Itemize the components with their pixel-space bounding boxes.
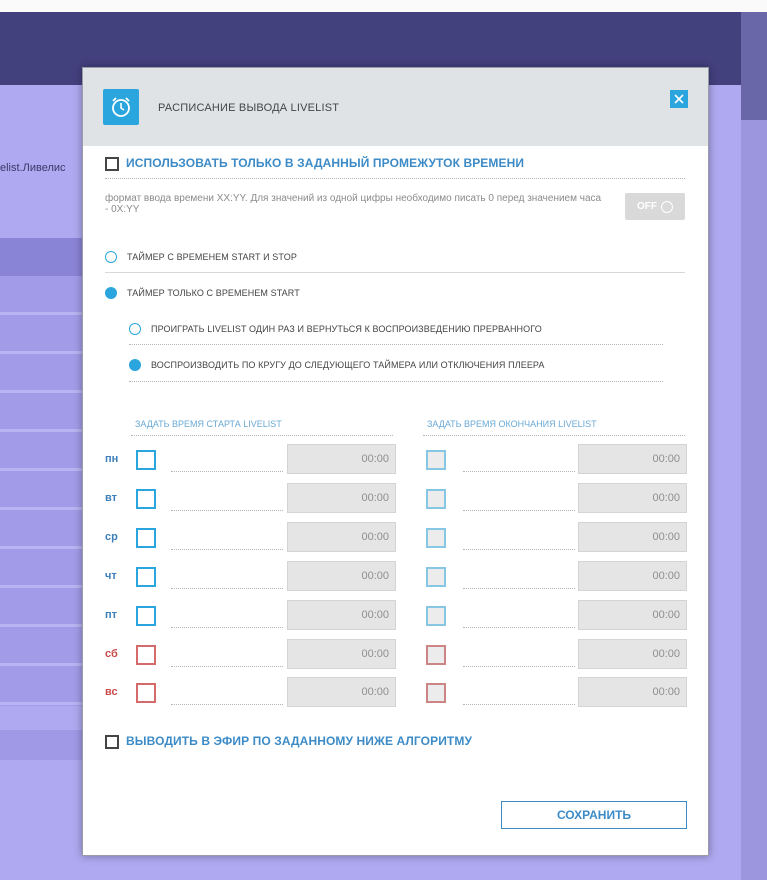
radio-play-once[interactable] [129, 323, 141, 335]
radio-loop[interactable] [129, 359, 141, 371]
end-day-checkbox[interactable] [426, 528, 446, 548]
divider [131, 435, 393, 436]
divider [463, 510, 575, 511]
background-table-rows [0, 276, 82, 706]
dialog-title: РАСПИСАНИЕ ВЫВОДА LIVELIST [158, 102, 340, 114]
toggle-knob-icon [661, 200, 673, 213]
divider [129, 344, 663, 345]
end-time-field[interactable]: 00:00 [578, 483, 687, 513]
day-label: сб [105, 648, 118, 660]
divider [171, 549, 283, 550]
timer-start-stop-label: ТАЙМЕР С ВРЕМЕНЕМ START И STOP [127, 252, 298, 262]
day-label: пн [105, 453, 119, 465]
divider [171, 510, 283, 511]
day-label: ср [105, 531, 118, 543]
divider [463, 471, 575, 472]
toggle-label: OFF [637, 201, 657, 212]
end-time-field[interactable]: 00:00 [578, 639, 687, 669]
end-day-checkbox[interactable] [426, 683, 446, 703]
background-table-header [0, 238, 82, 276]
top-strip [0, 0, 767, 12]
background-table-footer [0, 730, 82, 760]
close-icon[interactable] [670, 90, 688, 108]
end-time-field[interactable]: 00:00 [578, 600, 687, 630]
end-day-checkbox[interactable] [426, 645, 446, 665]
play-once-label: ПРОИГРАТЬ LIVELIST ОДИН РАЗ И ВЕРНУТЬСЯ … [151, 324, 542, 334]
start-time-field[interactable]: 00:00 [287, 561, 396, 591]
end-day-checkbox[interactable] [426, 606, 446, 626]
divider [129, 381, 663, 382]
end-time-field[interactable]: 00:00 [578, 444, 687, 474]
end-time-field[interactable]: 00:00 [578, 677, 687, 707]
divider [171, 666, 283, 667]
start-day-checkbox[interactable] [136, 489, 156, 509]
end-time-field[interactable]: 00:00 [578, 522, 687, 552]
divider [463, 588, 575, 589]
right-panel [741, 12, 767, 880]
divider [463, 666, 575, 667]
start-day-checkbox[interactable] [136, 683, 156, 703]
day-label: пт [105, 609, 118, 621]
start-time-field[interactable]: 00:00 [287, 444, 396, 474]
timer-start-only-label: ТАЙМЕР ТОЛЬКО С ВРЕМЕНЕМ START [127, 288, 300, 298]
radio-start-stop[interactable] [105, 251, 117, 263]
use-interval-label: ИСПОЛЬЗОВАТЬ ТОЛЬКО В ЗАДАННЫЙ ПРОМЕЖУТО… [126, 156, 525, 170]
dialog-header: РАСПИСАНИЕ ВЫВОДА LIVELIST [83, 68, 708, 146]
algorithm-label: ВЫВОДИТЬ В ЭФИР ПО ЗАДАННОМУ НИЖЕ АЛГОРИ… [126, 734, 473, 748]
start-time-field[interactable]: 00:00 [287, 483, 396, 513]
start-time-field[interactable]: 00:00 [287, 677, 396, 707]
divider [171, 588, 283, 589]
divider [171, 704, 283, 705]
end-time-field[interactable]: 00:00 [578, 561, 687, 591]
time-format-hint: формат ввода времени XX:YY. Для значений… [105, 193, 602, 215]
background-livelist-label: elist.Ливелис [0, 162, 66, 174]
divider [463, 627, 575, 628]
start-day-checkbox[interactable] [136, 450, 156, 470]
end-day-checkbox[interactable] [426, 567, 446, 587]
right-panel-header [741, 12, 767, 120]
start-time-field[interactable]: 00:00 [287, 600, 396, 630]
interval-toggle[interactable]: OFF [625, 193, 685, 220]
start-time-field[interactable]: 00:00 [287, 639, 396, 669]
start-time-header: ЗАДАТЬ ВРЕМЯ СТАРТА LIVELIST [135, 419, 282, 429]
divider [423, 435, 685, 436]
start-day-checkbox[interactable] [136, 528, 156, 548]
divider [171, 627, 283, 628]
day-label: вс [105, 686, 118, 698]
start-day-checkbox[interactable] [136, 645, 156, 665]
radio-start-only[interactable] [105, 287, 117, 299]
algorithm-checkbox[interactable] [105, 735, 119, 749]
divider [105, 178, 685, 179]
start-time-field[interactable]: 00:00 [287, 522, 396, 552]
end-time-header: ЗАДАТЬ ВРЕМЯ ОКОНЧАНИЯ LIVELIST [427, 419, 597, 429]
end-day-checkbox[interactable] [426, 450, 446, 470]
start-day-checkbox[interactable] [136, 567, 156, 587]
schedule-dialog: РАСПИСАНИЕ ВЫВОДА LIVELIST ИСПОЛЬЗОВАТЬ … [82, 67, 709, 856]
day-label: вт [105, 492, 118, 504]
day-label: чт [105, 570, 117, 582]
alarm-clock-icon [103, 89, 139, 125]
divider [463, 704, 575, 705]
save-button[interactable]: СОХРАНИТЬ [501, 801, 687, 829]
divider [171, 471, 283, 472]
use-interval-checkbox[interactable] [105, 157, 119, 171]
divider [105, 272, 685, 273]
end-day-checkbox[interactable] [426, 489, 446, 509]
loop-label: ВОСПРОИЗВОДИТЬ ПО КРУГУ ДО СЛЕДУЮЩЕГО ТА… [151, 360, 545, 370]
start-day-checkbox[interactable] [136, 606, 156, 626]
divider [463, 549, 575, 550]
